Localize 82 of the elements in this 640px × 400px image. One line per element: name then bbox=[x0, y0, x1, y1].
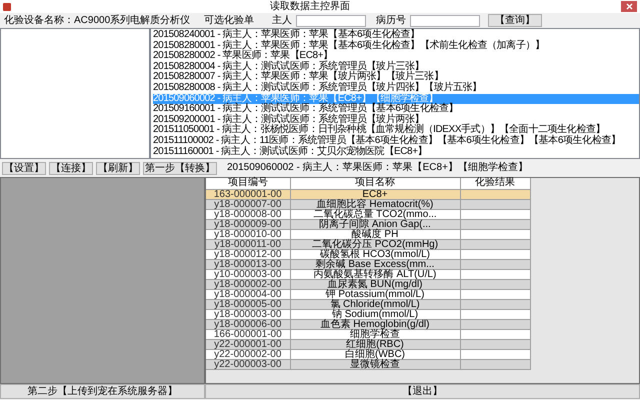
order-list-item[interactable]: 201508280002 - 苹果医师：苹果【EC8+】 bbox=[153, 51, 639, 62]
upload-button[interactable]: 第二步【上传到宠在系统服务器】 bbox=[0, 384, 205, 399]
table-cell: 血细胞比容 Hematocrit(%) bbox=[290, 199, 460, 209]
order-list-item[interactable]: 201509160001 - 病主人：测试试医师：系统管理员【基本6项生化检查】 bbox=[153, 104, 639, 115]
order-info-text: 201509060002 - 病主人：苹果医师：苹果【EC8+】【细胞学检查】 bbox=[227, 162, 528, 174]
table-cell: 血尿素氮 BUN(mg/dl) bbox=[290, 279, 460, 289]
table-row[interactable]: y10-000003-00 丙氨酸氨基转移酶 ALT(U/L) bbox=[206, 269, 530, 279]
table-cell: 碳酸氢根 HCO3(mmol/L) bbox=[290, 249, 460, 259]
table-row[interactable]: y18-000011-00 二氧化碳分压 PCO2(mmHg) bbox=[206, 239, 530, 249]
close-icon bbox=[626, 3, 632, 10]
table-cell: y22-000002-00 bbox=[206, 349, 290, 359]
table-cell: y18-000008-00 bbox=[206, 209, 290, 219]
table-cell: y18-000013-00 bbox=[206, 259, 290, 269]
order-list-item[interactable]: 201508280008 - 病主人：测试试医师：系统管理员【玻片四张】【玻片五张】 bbox=[153, 82, 639, 94]
table-row[interactable]: y18-000007-00 血细胞比容 Hematocrit(%) bbox=[206, 199, 530, 209]
table-row[interactable]: y18-000009-00 阴离子间隙 Anion Gap(... bbox=[206, 219, 530, 229]
order-list-item[interactable]: 201511100002 - 病主人：11医师：系统管理员【基本6项生化检查】【基本6项生化检查】【基本6项生化检查】 bbox=[153, 136, 639, 147]
table-cell: 二氧化碳分压 PCO2(mmHg) bbox=[290, 239, 460, 249]
table-cell: y18-000006-00 bbox=[206, 319, 290, 329]
table-cell: 酸碱度 PH bbox=[290, 229, 460, 239]
table-cell: y18-000009-00 bbox=[206, 219, 290, 229]
table-row[interactable]: y22-000002-00 白细胞(WBC) bbox=[206, 349, 530, 359]
table-cell: 钾 Potassium(mmol/L) bbox=[290, 289, 460, 299]
table-cell: y10-000003-00 bbox=[206, 269, 290, 279]
window-title: 读取数据主控界面 bbox=[270, 0, 350, 12]
table-cell: y18-000002-00 bbox=[206, 279, 290, 289]
table-row[interactable]: y18-000003-00 钠 Sodium(mmol/L) bbox=[206, 309, 530, 319]
table-cell: y18-000004-00 bbox=[206, 289, 290, 299]
table-cell: y18-000007-00 bbox=[206, 199, 290, 209]
table-cell: 166-000001-00 bbox=[206, 329, 290, 339]
table-row[interactable]: y18-000005-00 氯 Chloride(mmol/L) bbox=[206, 299, 530, 309]
table-cell: 163-000001-00 bbox=[206, 189, 290, 199]
column-header: 项目编号 bbox=[206, 178, 290, 189]
table-cell: y22-000003-00 bbox=[206, 359, 290, 369]
table-row[interactable]: y18-000012-00 碳酸氢根 HCO3(mmol/L) bbox=[206, 249, 530, 259]
close-button[interactable] bbox=[621, 1, 637, 12]
table-cell: 阴离子间隙 Anion Gap(... bbox=[290, 219, 460, 229]
table-row[interactable]: y18-000004-00 钾 Potassium(mmol/L) bbox=[206, 289, 530, 299]
order-list-item[interactable]: 201511160001 - 病主人：测试试医师：艾贝尔宠物医院【EC8+】 bbox=[153, 146, 639, 158]
toolbar-button[interactable]: 【刷新】 bbox=[96, 162, 140, 174]
table-row[interactable]: y22-000001-00 红细胞(RBC) bbox=[206, 339, 530, 349]
table-cell: y22-000001-00 bbox=[206, 339, 290, 349]
table-cell: y18-000010-00 bbox=[206, 229, 290, 239]
device-name-label: 化验设备名称：AC9000系列电解质分析仪 bbox=[4, 14, 192, 27]
toolbar-button[interactable]: 【设置】 bbox=[2, 162, 46, 174]
table-cell: EC8+ bbox=[290, 189, 460, 199]
order-list-item[interactable]: 201511050001 - 病主人：张杨悦医师：日刊杂种桃【血常规检测（IDEXX手式）】【全面十二项生化检查】 bbox=[153, 125, 639, 136]
table-row[interactable]: y18-000013-00 剩余碱 Base Excess(mm... bbox=[206, 259, 530, 269]
table-row[interactable]: y22-000003-00 显微镜检查 bbox=[206, 359, 530, 369]
record-number-field[interactable] bbox=[410, 14, 480, 26]
list-label: 可选化验单 bbox=[204, 14, 254, 27]
table-cell: 二氧化碳总量 TCO2(mmo... bbox=[290, 209, 460, 219]
query-button[interactable]: 【查询】 bbox=[488, 14, 542, 27]
table-row[interactable]: 166-000001-00 细胞学检查 bbox=[206, 329, 530, 339]
table-cell: 显微镜检查 bbox=[290, 359, 460, 369]
toolbar-button[interactable]: 第一步【转换】 bbox=[143, 162, 217, 174]
owner-label: 主人 bbox=[272, 14, 292, 27]
table-cell: 血色素 Hemoglobin(g/dl) bbox=[290, 319, 460, 329]
table-cell: 剩余碱 Base Excess(mm... bbox=[290, 259, 460, 269]
table-row[interactable]: y18-000002-00 血尿素氮 BUN(mg/dl) bbox=[206, 279, 530, 289]
table-row[interactable]: y18-000010-00 酸碱度 PH bbox=[206, 229, 530, 239]
table-row[interactable]: 163-000001-00 EC8+ bbox=[206, 189, 530, 199]
exit-button[interactable]: 【退出】 bbox=[205, 384, 640, 399]
table-cell: 钠 Sodium(mmol/L) bbox=[290, 309, 460, 319]
app-icon bbox=[3, 2, 11, 10]
table-row[interactable]: y18-000006-00 血色素 Hemoglobin(g/dl) bbox=[206, 319, 530, 329]
table-cell: y18-000011-00 bbox=[206, 239, 290, 249]
table-cell: 细胞学检查 bbox=[290, 329, 460, 339]
table-cell: y18-000005-00 bbox=[206, 299, 290, 309]
owner-field[interactable] bbox=[296, 14, 366, 26]
table-row[interactable]: y18-000008-00 二氧化碳总量 TCO2(mmo... bbox=[206, 209, 530, 219]
record-number-label: 病历号 bbox=[376, 14, 406, 27]
column-header: 项目名称 bbox=[290, 178, 460, 189]
table-cell: 白细胞(WBC) bbox=[290, 349, 460, 359]
table-cell: y18-000003-00 bbox=[206, 309, 290, 319]
table-cell: 红细胞(RBC) bbox=[290, 339, 460, 349]
toolbar-button[interactable]: 【连接】 bbox=[49, 162, 93, 174]
order-list-item[interactable]: 201508280007 - 病主人：苹果医师：苹果【玻片两张】【玻片三张】 bbox=[153, 72, 639, 83]
column-header: 化验结果 bbox=[460, 178, 530, 189]
table-cell: y18-000012-00 bbox=[206, 249, 290, 259]
table-cell: 丙氨酸氨基转移酶 ALT(U/L) bbox=[290, 269, 460, 279]
table-cell: 氯 Chloride(mmol/L) bbox=[290, 299, 460, 309]
